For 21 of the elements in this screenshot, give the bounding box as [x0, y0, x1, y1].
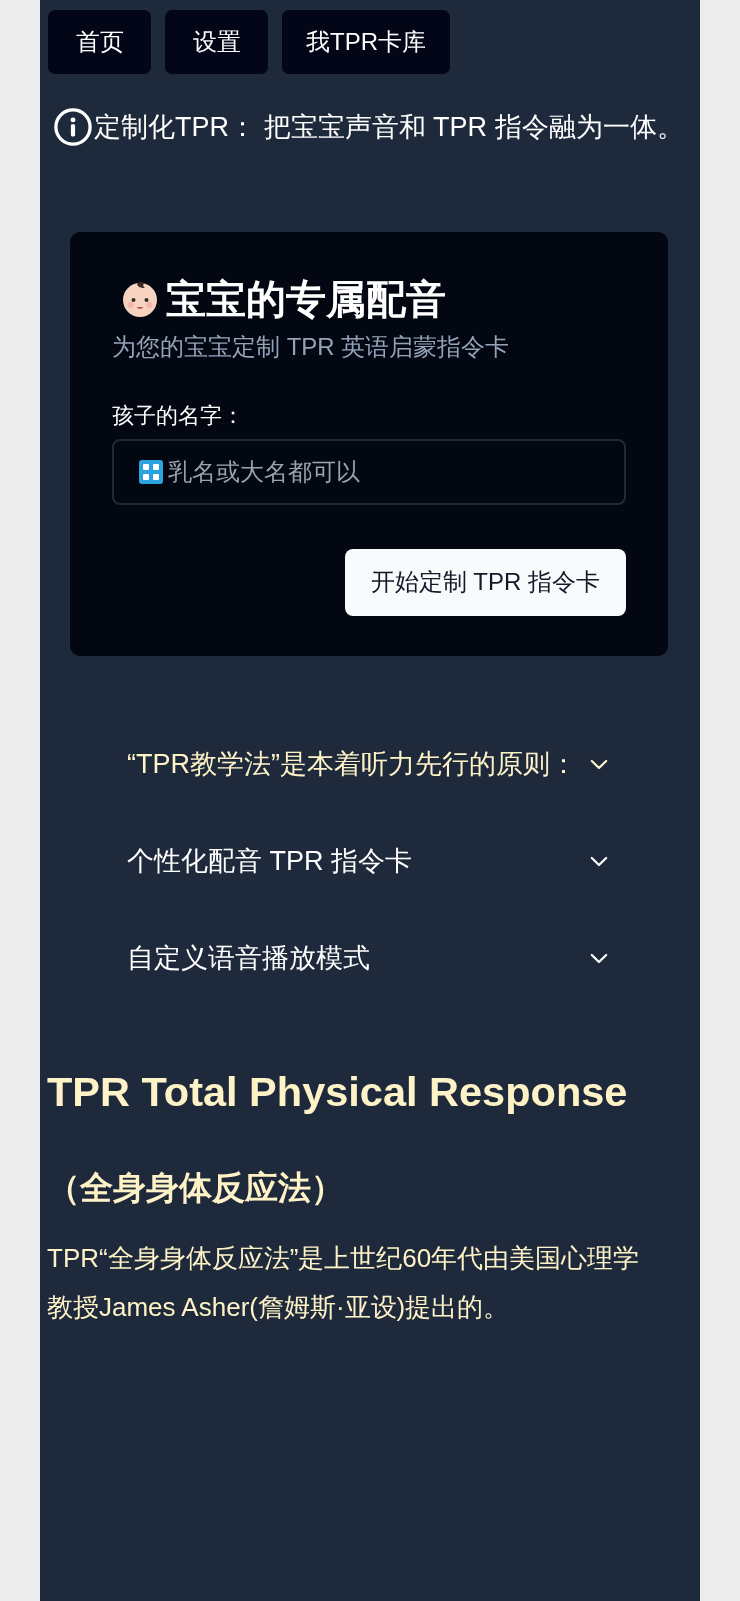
name-input-field[interactable]: 乳名或大名都可以 — [112, 438, 626, 505]
nav-button[interactable]: 我TPR卡库 — [282, 10, 450, 74]
nav-button[interactable]: 首页 — [48, 10, 151, 74]
chevron-down-icon — [590, 855, 608, 867]
accordion-item[interactable]: 自定义语音播放模式 — [127, 909, 608, 1007]
start-button[interactable]: 开始定制 TPR 指令卡 — [344, 548, 626, 616]
article-heading: TPR Total Physical Response — [47, 1066, 629, 1117]
info-icon — [54, 108, 92, 146]
article-subheading: （全身身体反应法） — [47, 1167, 345, 1208]
chevron-down-icon — [590, 758, 608, 770]
article-paragraph: TPR“全身身体反应法”是上世纪60年代由美国心理学教授James Asher(詹姆斯·亚设)提出的。 — [47, 1241, 641, 1324]
notice-text: 定制化TPR： 把宝宝声音和 TPR 指令融为一体。 — [94, 111, 684, 144]
baby-face-icon — [120, 279, 160, 319]
card-subtitle: 为您的宝宝定制 TPR 英语启蒙指令卡 — [112, 332, 511, 362]
accordion-item[interactable]: 个性化配音 TPR 指令卡 — [127, 812, 608, 910]
chevron-down-icon — [590, 952, 608, 964]
field-label: 孩子的名字： — [112, 402, 245, 431]
card-title: 宝宝的专属配音 — [166, 276, 446, 323]
grid-icon — [139, 459, 163, 484]
nav-button[interactable]: 设置 — [165, 10, 268, 74]
accordion-item[interactable]: “TPR教学法”是本着听力先行的原则： — [127, 715, 608, 813]
